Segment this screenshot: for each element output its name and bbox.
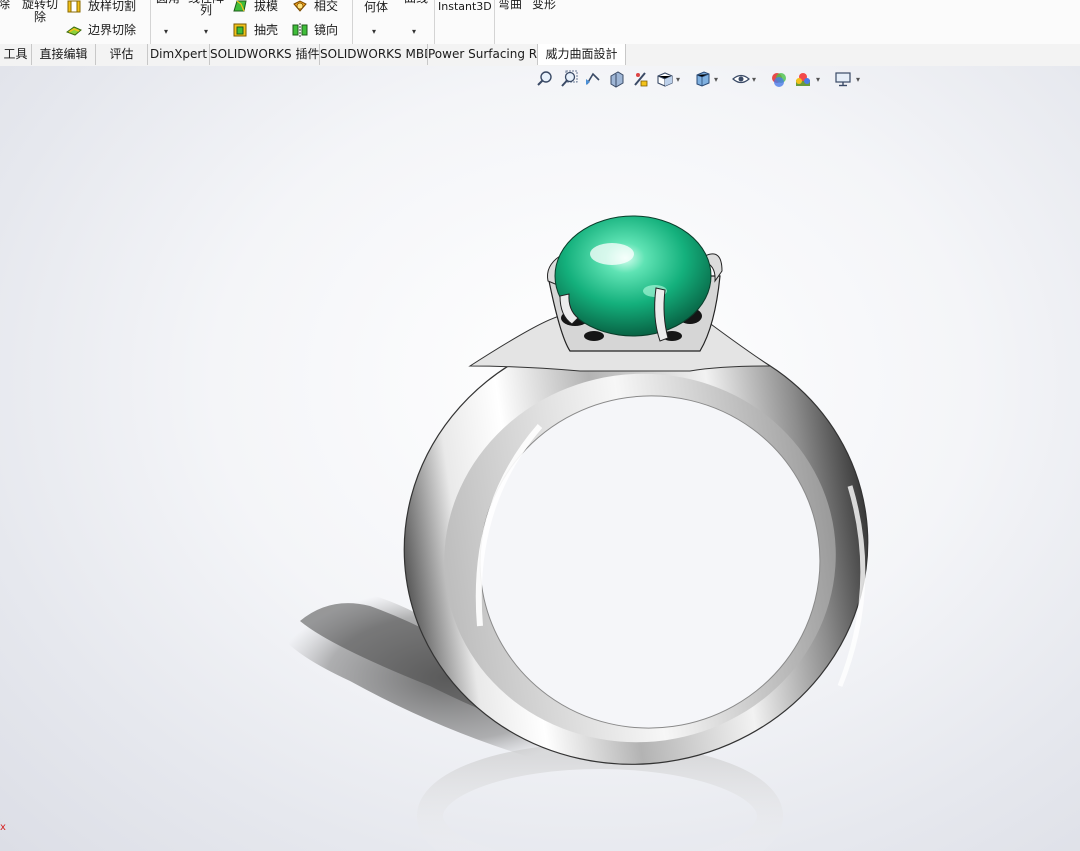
shell-icon	[233, 23, 247, 37]
tab-tools[interactable]: 工具	[0, 44, 32, 65]
reference-geometry-dropdown-caret[interactable]: ▾	[372, 28, 376, 36]
instant3d-button[interactable]: Instant3D	[438, 0, 492, 16]
boundary-cut-icon	[66, 26, 82, 36]
ribbon-divider	[352, 0, 353, 44]
lofted-cut-label: 放样切割	[88, 0, 137, 13]
ribbon-divider	[494, 0, 495, 44]
mirror-label: 镜向	[314, 23, 339, 37]
tab-solidworks-addins[interactable]: SOLIDWORKS 插件	[210, 44, 320, 65]
ring-reflection	[417, 743, 783, 851]
intersect-icon	[293, 0, 307, 12]
instant3d-label: Instant3D	[438, 0, 492, 13]
tab-evaluate[interactable]: 评估	[96, 44, 148, 65]
intersect-button[interactable]: 相交	[292, 0, 348, 14]
mirror-icon	[292, 23, 308, 37]
ring-model[interactable]	[0, 66, 1080, 851]
fillet-dropdown-caret[interactable]: ▾	[164, 28, 168, 36]
reference-geometry-label: 参考几何体	[358, 0, 394, 14]
command-manager-ribbon: 拉伸切除 旋转切除 放样切割 边界切除 圆角 ▾ 线性阵列 ▾	[0, 0, 1080, 45]
tab-solidworks-mbd[interactable]: SOLIDWORKS MBD	[320, 44, 428, 65]
draft-label: 拔模	[254, 0, 279, 13]
curves-dropdown-caret[interactable]: ▾	[412, 28, 416, 36]
tab-power-surfacing-re[interactable]: Power Surfacing RE	[428, 44, 538, 65]
extruded-cut-label-truncated[interactable]: 拉伸切除	[0, 0, 10, 10]
intersect-label: 相交	[314, 0, 339, 13]
draft-button[interactable]: 拔模	[232, 0, 288, 14]
tab-direct-editing[interactable]: 直接编辑	[32, 44, 96, 65]
tab-dimxpert[interactable]: DimXpert	[148, 44, 210, 65]
reference-geometry-button[interactable]: 参考几何体 ▾	[356, 0, 396, 40]
deform-label: 变形	[532, 0, 557, 11]
draft-icon	[233, 0, 247, 12]
curves-label: 曲线	[400, 0, 432, 4]
tab-power-surfacing-design[interactable]: 威力曲面設計	[538, 44, 626, 65]
triad-x-label: x	[0, 822, 6, 833]
lofted-cut-button[interactable]: 放样切割	[66, 0, 146, 14]
boundary-cut-button[interactable]: 边界切除	[66, 20, 146, 38]
fillet-button[interactable]: 圆角 ▾	[152, 0, 184, 40]
solidworks-window: 拉伸切除 旋转切除 放样切割 边界切除 圆角 ▾ 线性阵列 ▾	[0, 0, 1080, 851]
lofted-cut-icon	[67, 0, 81, 13]
deform-button[interactable]: 变形	[532, 0, 562, 14]
linear-pattern-label: 线性阵列	[188, 0, 224, 17]
mirror-button[interactable]: 镜向	[292, 20, 348, 38]
flex-label: 弯曲	[498, 0, 523, 11]
boundary-cut-label: 边界切除	[88, 23, 137, 37]
gem-highlight	[590, 243, 634, 265]
ribbon-divider	[150, 0, 151, 44]
command-manager-tabs: 工具 直接编辑 评估 DimXpert SOLIDWORKS 插件 SOLIDW…	[0, 44, 1080, 67]
revolved-cut-label: 旋转切除	[21, 0, 58, 24]
flex-button[interactable]: 弯曲	[498, 0, 526, 14]
linear-pattern-button[interactable]: 线性阵列 ▾	[186, 0, 226, 40]
fillet-label: 圆角	[152, 0, 184, 4]
curves-button[interactable]: 曲线 ▾	[400, 0, 432, 40]
shell-button[interactable]: 抽壳	[232, 20, 288, 38]
ribbon-divider	[434, 0, 435, 44]
shell-label: 抽壳	[254, 23, 279, 37]
linear-pattern-dropdown-caret[interactable]: ▾	[204, 28, 208, 36]
revolved-cut-button[interactable]: 旋转切除	[20, 0, 60, 26]
